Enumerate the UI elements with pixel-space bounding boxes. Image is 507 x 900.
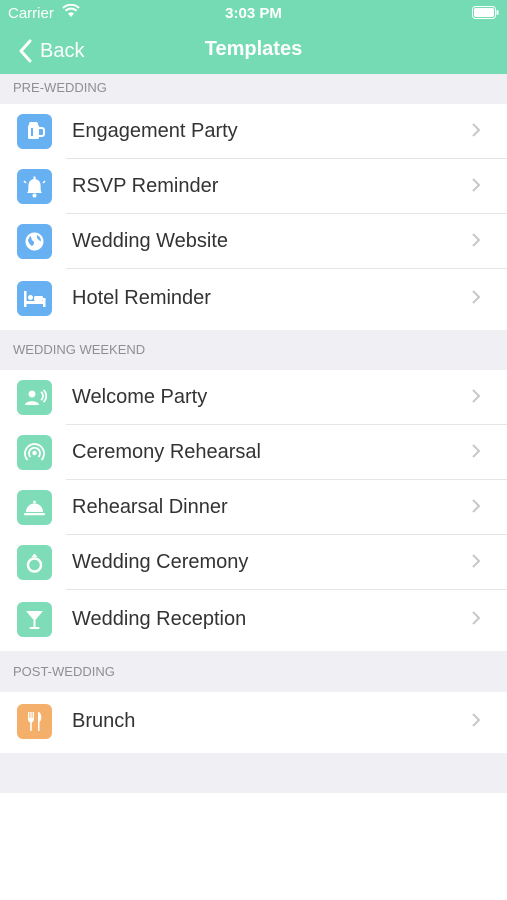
navigation-bar: Back Templates <box>0 28 507 74</box>
list-item-hotel-reminder[interactable]: Hotel Reminder <box>0 269 507 330</box>
chevron-right-icon <box>472 611 481 625</box>
top-bar: Carrier 3:03 PM Back Templates <box>0 0 507 74</box>
ring-icon <box>17 545 52 580</box>
list-item-engagement-party[interactable]: Engagement Party <box>0 104 507 159</box>
list-item-brunch[interactable]: Brunch <box>0 692 507 753</box>
list-item-rsvp-reminder[interactable]: RSVP Reminder <box>0 159 507 214</box>
chevron-right-icon <box>472 290 481 304</box>
list-item-wedding-ceremony[interactable]: Wedding Ceremony <box>0 535 507 590</box>
globe-icon <box>17 224 52 259</box>
clock: 3:03 PM <box>225 5 282 22</box>
list-item-label: Wedding Reception <box>72 608 247 630</box>
list-item-label: Wedding Ceremony <box>72 551 249 573</box>
chevron-right-icon <box>472 499 481 513</box>
fork-knife-icon <box>17 704 52 739</box>
chevron-right-icon <box>472 389 481 403</box>
list-item-label: Brunch <box>72 710 136 732</box>
cloche-icon <box>17 490 52 525</box>
list-item-rehearsal-dinner[interactable]: Rehearsal Dinner <box>0 480 507 535</box>
person-speaking-icon <box>17 380 52 415</box>
beer-mug-icon <box>17 114 52 149</box>
chevron-right-icon <box>472 713 481 727</box>
broadcast-icon <box>17 435 52 470</box>
bed-icon <box>17 281 52 316</box>
list-item-wedding-reception[interactable]: Wedding Reception <box>0 590 507 651</box>
list-item-label: Rehearsal Dinner <box>72 496 228 518</box>
chevron-right-icon <box>472 444 481 458</box>
bell-icon <box>17 169 52 204</box>
chevron-right-icon <box>472 233 481 247</box>
status-bar: Carrier 3:03 PM <box>0 0 507 28</box>
section-header-post-wedding: POST-WEDDING <box>0 651 507 692</box>
list-item-label: Engagement Party <box>72 120 238 142</box>
chevron-right-icon <box>472 554 481 568</box>
list-item-wedding-website[interactable]: Wedding Website <box>0 214 507 269</box>
list-item-ceremony-rehearsal[interactable]: Ceremony Rehearsal <box>0 425 507 480</box>
battery-icon <box>472 6 499 19</box>
list-item-label: RSVP Reminder <box>72 175 219 197</box>
page-title: Templates <box>204 38 303 60</box>
list-item-label: Hotel Reminder <box>72 287 211 309</box>
list-item-welcome-party[interactable]: Welcome Party <box>0 370 507 425</box>
table-footer <box>0 753 507 793</box>
chevron-right-icon <box>472 178 481 192</box>
list-item-label: Ceremony Rehearsal <box>72 441 261 463</box>
list-item-label: Welcome Party <box>72 386 208 408</box>
section-header-wedding-weekend: WEDDING WEEKEND <box>0 330 507 370</box>
cocktail-icon <box>17 602 52 637</box>
section-header-pre-wedding: PRE-WEDDING <box>0 74 507 104</box>
chevron-right-icon <box>472 123 481 137</box>
list-item-label: Wedding Website <box>72 230 229 252</box>
